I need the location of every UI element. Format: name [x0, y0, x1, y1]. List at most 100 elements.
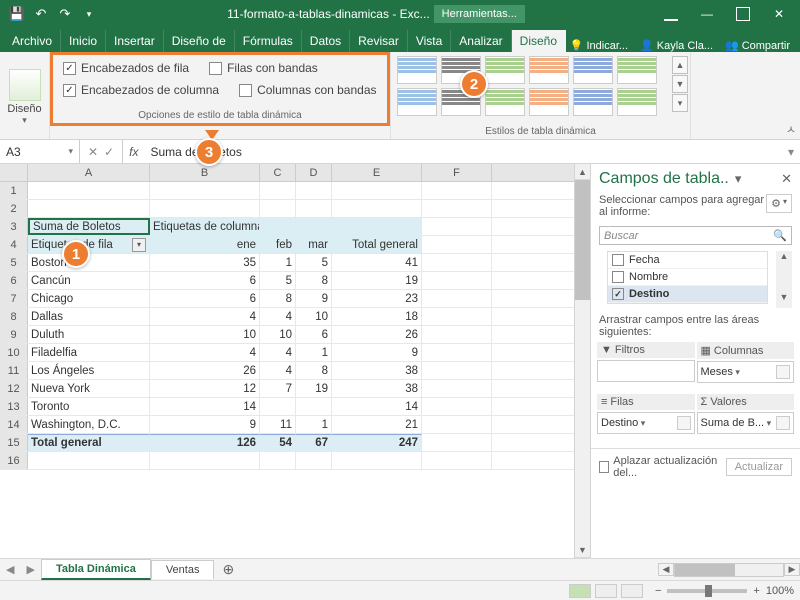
tab-diseno-pagina[interactable]: Diseño de	[164, 30, 235, 52]
redo-icon[interactable]: ↷	[56, 5, 74, 23]
pivot-row-label[interactable]: Dallas	[28, 308, 150, 325]
gallery-down-icon[interactable]: ▼	[672, 75, 688, 93]
qat-dropdown-icon[interactable]: ▾	[80, 5, 98, 23]
pane-settings-icon[interactable]: ⚙▾	[766, 194, 792, 213]
update-button[interactable]: Actualizar	[726, 458, 792, 476]
tab-analizar[interactable]: Analizar	[451, 30, 511, 52]
pivot-row-label[interactable]: Washington, D.C.	[28, 416, 150, 433]
banded-rows-checkbox[interactable]: Filas con bandas	[209, 61, 318, 75]
row-header[interactable]: 10	[0, 344, 28, 361]
pivot-row-label[interactable]: Nueva York	[28, 380, 150, 397]
minimize-icon[interactable]: —	[690, 2, 724, 26]
style-thumb[interactable]	[529, 56, 569, 84]
pivot-row-label[interactable]: Filadelfia	[28, 344, 150, 361]
tab-diseno[interactable]: Diseño	[512, 30, 566, 52]
name-box[interactable]: A3	[0, 140, 80, 163]
style-thumb[interactable]	[485, 56, 525, 84]
col-header[interactable]: F	[422, 164, 492, 181]
filters-area[interactable]: ▼Filtros	[597, 342, 695, 392]
field-search[interactable]: Buscar🔍	[599, 226, 792, 245]
pivot-row-label[interactable]: Toronto	[28, 398, 150, 415]
account-user[interactable]: Kayla Cla...	[640, 39, 713, 52]
layout-dropdown[interactable]: Diseño ▾	[0, 52, 50, 139]
col-header[interactable]: A	[28, 164, 150, 181]
pivot-row-label[interactable]: Chicago	[28, 290, 150, 307]
sheet-nav-right-icon[interactable]: ▶	[20, 563, 40, 576]
style-thumb[interactable]	[397, 56, 437, 84]
move-icon[interactable]	[776, 416, 790, 430]
style-thumb[interactable]	[397, 88, 437, 116]
sheet-nav-left-icon[interactable]: ◀	[0, 563, 20, 576]
collapse-ribbon-icon[interactable]: ㅅ	[786, 121, 796, 137]
ribbon-options-icon[interactable]	[654, 2, 688, 26]
col-headers-checkbox[interactable]: ✓Encabezados de columna	[63, 83, 219, 97]
tell-me[interactable]: Indicar...	[570, 39, 628, 52]
rows-area[interactable]: ≡Filas Destino	[597, 394, 695, 444]
tab-formulas[interactable]: Fórmulas	[235, 30, 302, 52]
move-icon[interactable]	[677, 416, 691, 430]
cancel-formula-icon[interactable]: ✕	[88, 145, 98, 159]
field-row[interactable]: ✓Destino	[608, 286, 767, 303]
maximize-icon[interactable]	[726, 2, 760, 26]
style-thumb[interactable]	[529, 88, 569, 116]
tab-insertar[interactable]: Insertar	[106, 30, 164, 52]
normal-view-icon[interactable]	[569, 584, 591, 598]
pane-close-icon[interactable]: ✕	[781, 171, 792, 187]
select-all-corner[interactable]	[0, 164, 28, 181]
sheet-tab-active[interactable]: Tabla Dinámica	[41, 559, 151, 580]
pivot-row-label[interactable]: Los Ángeles	[28, 362, 150, 379]
scroll-up-icon[interactable]: ▲	[575, 164, 590, 180]
page-break-view-icon[interactable]	[621, 584, 643, 598]
row-header[interactable]: 5	[0, 254, 28, 271]
row-header[interactable]: 7	[0, 290, 28, 307]
style-thumb[interactable]	[485, 88, 525, 116]
tab-archivo[interactable]: Archivo	[4, 30, 61, 52]
row-header[interactable]: 14	[0, 416, 28, 433]
pivot-corner[interactable]: Suma de Boletos	[28, 218, 150, 235]
close-icon[interactable]: ✕	[762, 2, 796, 26]
style-thumb[interactable]	[617, 56, 657, 84]
horizontal-scrollbar[interactable]: ◀▶	[658, 563, 800, 577]
expand-formula-icon[interactable]: ▾	[782, 145, 800, 159]
move-icon[interactable]	[776, 365, 790, 379]
pivot-row-label[interactable]: Duluth	[28, 326, 150, 343]
add-sheet-icon[interactable]: ⊕	[214, 561, 242, 578]
col-header[interactable]: D	[296, 164, 332, 181]
style-thumb[interactable]	[573, 88, 613, 116]
style-thumb[interactable]	[617, 88, 657, 116]
style-thumb[interactable]	[573, 56, 613, 84]
tab-datos[interactable]: Datos	[302, 30, 350, 52]
zoom-out-icon[interactable]: −	[655, 585, 661, 597]
row-header[interactable]: 3	[0, 218, 28, 235]
pane-menu-icon[interactable]: ▾	[735, 171, 742, 187]
col-header[interactable]: B	[150, 164, 260, 181]
pivot-col-labels[interactable]: Etiquetas de columna▾	[150, 218, 260, 235]
save-icon[interactable]: 💾	[8, 5, 26, 23]
values-area[interactable]: ΣValores Suma de B...	[697, 394, 795, 444]
undo-icon[interactable]: ↶	[32, 5, 50, 23]
row-header[interactable]: 4	[0, 236, 28, 253]
row-headers-checkbox[interactable]: ✓Encabezados de fila	[63, 61, 189, 75]
row-header[interactable]: 11	[0, 362, 28, 379]
row-header[interactable]: 15	[0, 434, 28, 451]
row-header[interactable]: 8	[0, 308, 28, 325]
zoom-in-icon[interactable]: +	[753, 585, 759, 597]
pivot-row-label[interactable]: Cancún	[28, 272, 150, 289]
row-header[interactable]: 12	[0, 380, 28, 397]
columns-area[interactable]: ▦Columnas Meses	[697, 342, 795, 392]
fx-icon[interactable]: fx	[123, 145, 144, 159]
row-header[interactable]: 13	[0, 398, 28, 415]
field-row[interactable]: Nombre	[608, 269, 767, 286]
row-header[interactable]: 16	[0, 452, 28, 469]
defer-checkbox[interactable]	[599, 461, 609, 473]
worksheet[interactable]: A B C D E F 123Suma de BoletosEtiquetas …	[0, 164, 574, 558]
zoom-level[interactable]: 100%	[766, 585, 794, 597]
sheet-tab[interactable]: Ventas	[151, 560, 215, 579]
gallery-more-icon[interactable]: ▾	[672, 94, 688, 112]
vertical-scrollbar[interactable]: ▲ ▼	[574, 164, 590, 558]
filter-icon[interactable]: ▾	[132, 238, 146, 252]
tab-revisar[interactable]: Revisar	[350, 30, 408, 52]
row-header[interactable]: 6	[0, 272, 28, 289]
field-row[interactable]: Fecha	[608, 252, 767, 269]
col-header[interactable]: C	[260, 164, 296, 181]
